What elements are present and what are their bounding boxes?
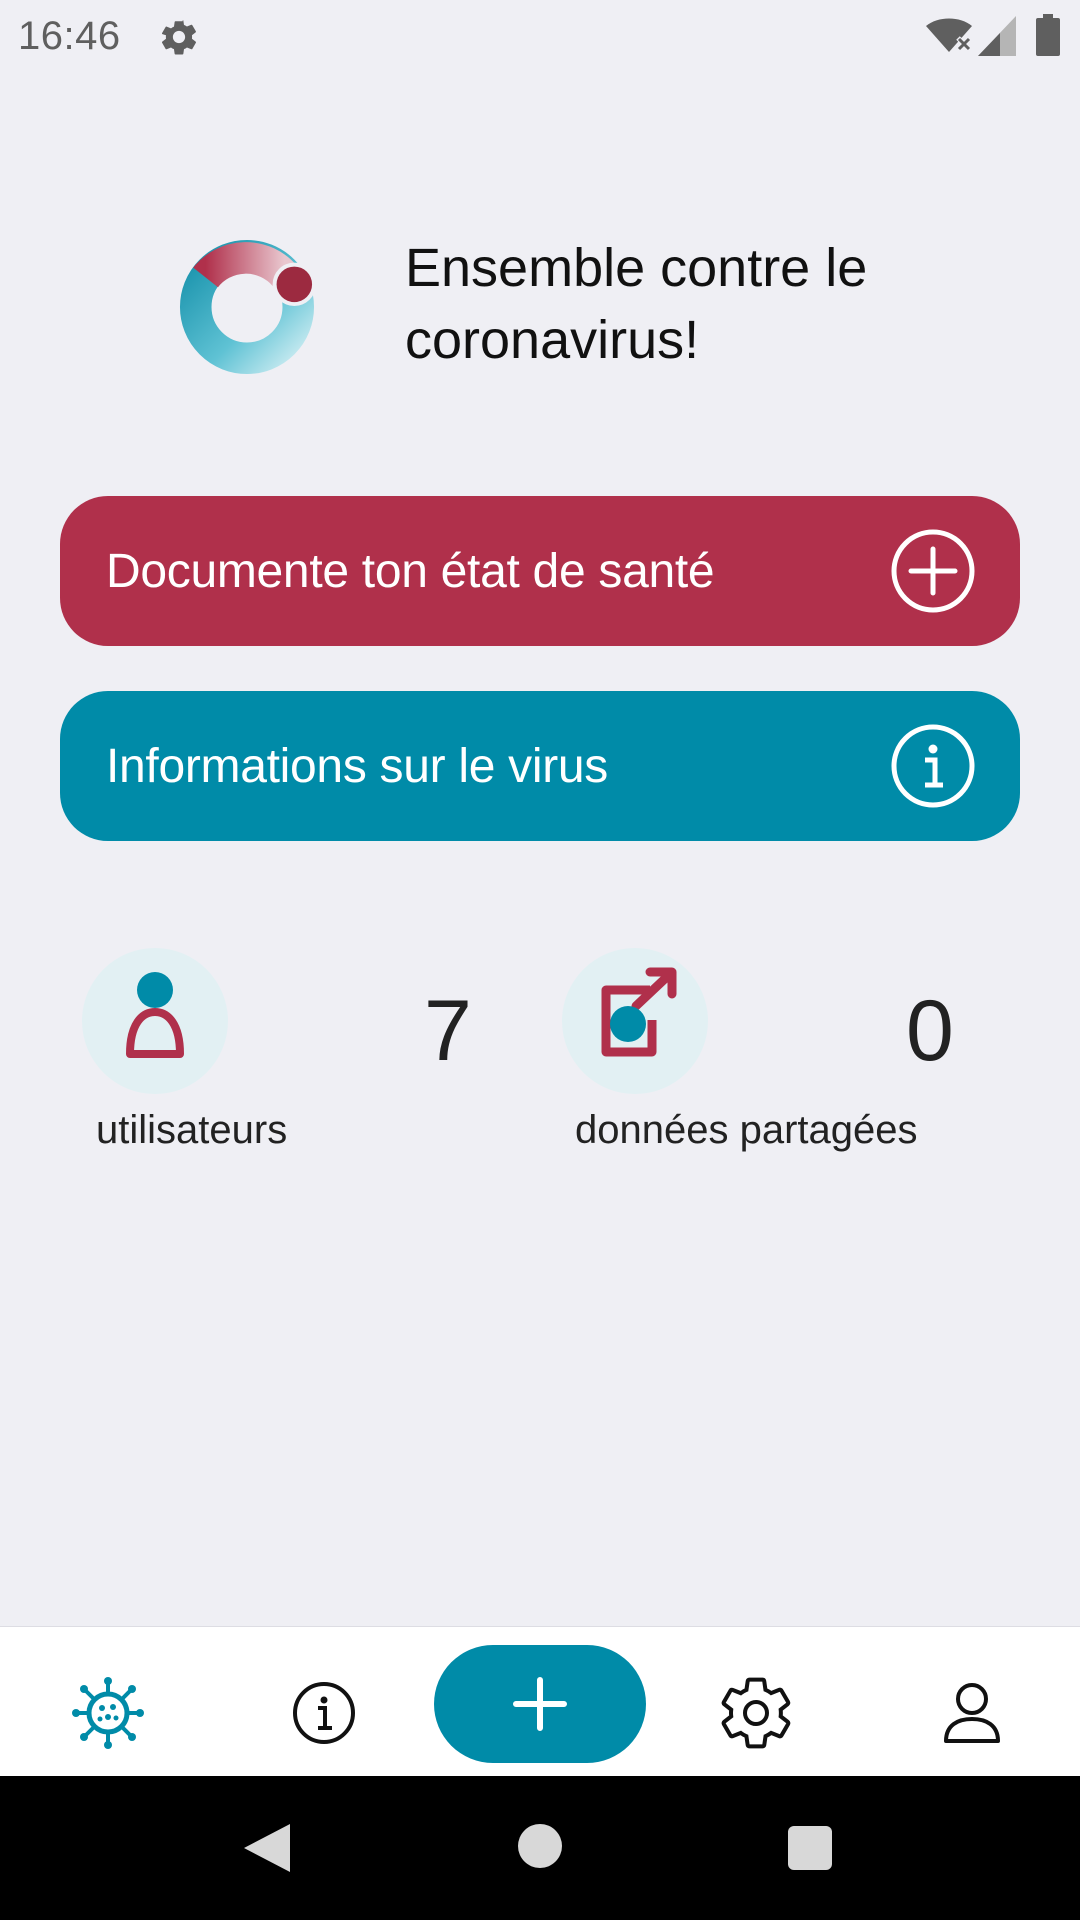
shared-stat-circle <box>562 948 708 1094</box>
shared-count: 0 <box>906 983 954 1079</box>
info-circle-icon <box>891 724 975 808</box>
virus-icon <box>72 1677 144 1749</box>
share-icon <box>601 967 677 1057</box>
users-label: utilisateurs <box>96 1108 288 1152</box>
nav-home[interactable] <box>68 1673 148 1753</box>
nav-info[interactable] <box>284 1673 364 1753</box>
app-logo <box>179 239 316 375</box>
users-count: 7 <box>424 983 472 1079</box>
document-health-button[interactable]: Documente ton état de santé <box>60 496 1020 646</box>
signal-icon <box>978 16 1016 56</box>
profile-icon <box>944 1683 1000 1743</box>
nav-profile[interactable] <box>932 1673 1012 1753</box>
settings-icon <box>721 1677 791 1749</box>
add-entry-button[interactable] <box>434 1645 646 1763</box>
home-button[interactable] <box>518 1824 562 1868</box>
plus-circle-icon <box>891 529 975 613</box>
app-screen: 16:46 Ensemble contre le coronavirus! Do… <box>0 0 1080 1920</box>
recents-button[interactable] <box>788 1826 832 1870</box>
document-health-label: Documente ton état de santé <box>106 544 715 598</box>
status-time: 16:46 <box>18 14 121 58</box>
virus-info-button[interactable]: Informations sur le virus <box>60 691 1020 841</box>
plus-icon <box>513 1677 567 1731</box>
users-stat-circle <box>82 948 228 1094</box>
battery-icon <box>1036 14 1060 56</box>
info-icon <box>293 1682 355 1744</box>
back-icon[interactable] <box>240 1820 296 1876</box>
bottom-navigation <box>0 1626 1080 1776</box>
status-bar: 16:46 <box>0 0 1080 74</box>
shared-label: données partagées <box>575 1108 918 1152</box>
gear-icon <box>161 20 196 55</box>
system-navigation-bar <box>0 1776 1080 1920</box>
virus-info-label: Informations sur le virus <box>106 739 609 793</box>
wifi-off-icon <box>926 18 972 52</box>
user-icon <box>126 972 184 1058</box>
headline: Ensemble contre le coronavirus! <box>405 238 868 370</box>
nav-settings[interactable] <box>716 1673 796 1753</box>
